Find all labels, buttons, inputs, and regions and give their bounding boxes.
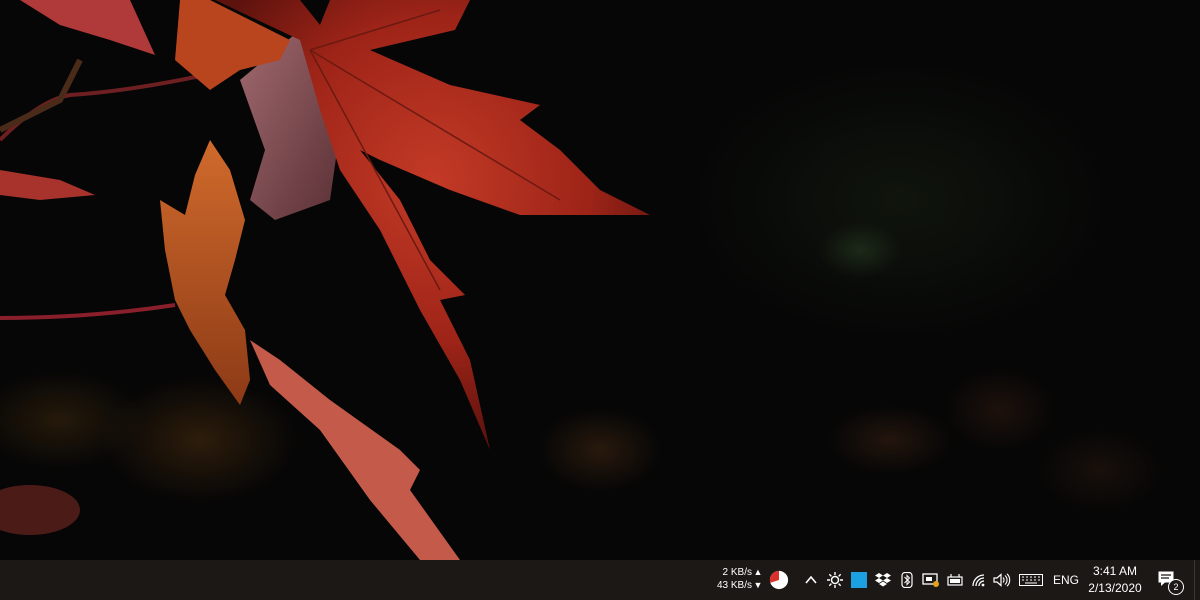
show-desktop-button[interactable] — [1194, 560, 1200, 600]
chevron-up-icon[interactable] — [801, 570, 821, 590]
download-arrow-icon: ▼ — [753, 580, 763, 590]
clock-date: 2/13/2020 — [1088, 581, 1142, 595]
upload-arrow-icon: ▲ — [753, 567, 763, 577]
battery-icon[interactable] — [945, 570, 965, 590]
keyboard-icon[interactable] — [1018, 570, 1044, 590]
brightness-icon[interactable] — [825, 570, 845, 590]
wifi-icon[interactable] — [969, 570, 989, 590]
language-indicator[interactable]: ENG — [1053, 573, 1079, 587]
bluetooth-icon[interactable] — [897, 570, 917, 590]
upload-speed: 2 KB/s — [722, 567, 752, 578]
app-icon[interactable] — [849, 570, 869, 590]
volume-icon[interactable] — [992, 570, 1012, 590]
desktop-wallpaper — [0, 0, 1200, 560]
taskbar: 2 KB/s ▲ 43 KB/s ▼ ENG 3:41 AM 2/13/2020… — [0, 560, 1200, 600]
dropbox-icon[interactable] — [873, 570, 893, 590]
notification-icon[interactable]: 2 — [1157, 569, 1184, 595]
display-icon[interactable] — [921, 570, 941, 590]
download-speed: 43 KB/s — [716, 580, 752, 591]
pie-chart-icon[interactable] — [769, 570, 789, 590]
notification-count-badge: 2 — [1168, 579, 1184, 595]
maple-leaves-image — [0, 0, 650, 560]
network-speed-meter[interactable]: 2 KB/s ▲ 43 KB/s ▼ — [704, 566, 764, 594]
clock-time: 3:41 AM — [1092, 564, 1138, 578]
clock[interactable]: 3:41 AM 2/13/2020 — [1082, 563, 1148, 597]
